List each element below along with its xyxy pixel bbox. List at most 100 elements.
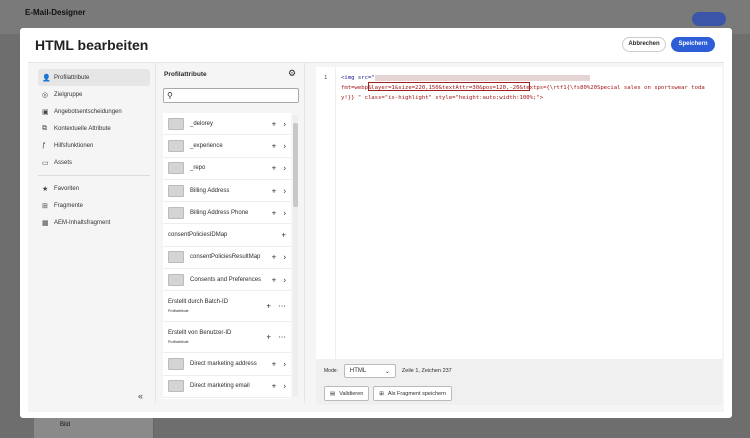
item-label: Erstellt von Benutzer-ID <box>168 330 232 337</box>
nav-item-label: Kontextuelle Attribute <box>54 125 111 132</box>
list-item[interactable]: Billing Address Phone + › <box>163 202 291 225</box>
search-input[interactable]: ⚲ <box>163 88 299 103</box>
item-label: _experience <box>190 142 223 149</box>
item-label: Billing Address Phone <box>190 209 249 216</box>
add-icon[interactable]: + <box>272 360 277 369</box>
list-item[interactable]: _experience + › <box>163 135 291 158</box>
add-icon[interactable]: + <box>272 164 277 173</box>
item-label: _delorey <box>190 120 214 127</box>
more-icon[interactable]: ⋯ <box>278 333 286 342</box>
list-item[interactable]: consentPoliciesResultMap + › <box>163 247 291 270</box>
chevron-right-icon[interactable]: › <box>283 164 286 173</box>
chevron-right-icon[interactable]: › <box>283 208 286 217</box>
context-icon: ⧉ <box>42 124 47 132</box>
cursor-position: Zeile 1, Zeichen 237 <box>401 368 452 374</box>
item-label: consentPoliciesResultMap <box>190 254 261 261</box>
fragment-icon: ⊞ <box>379 390 384 397</box>
add-icon[interactable]: + <box>272 141 277 150</box>
nav-item-label: Zielgruppe <box>54 91 83 98</box>
dialog-title: HTML bearbeiten <box>35 37 149 53</box>
nav-item[interactable]: ▣ Angebotsentscheidungen <box>38 103 150 120</box>
validate-label: Validieren <box>339 390 364 397</box>
chevron-right-icon[interactable]: › <box>283 186 286 195</box>
list-item[interactable]: Direct marketing address + › <box>163 353 291 376</box>
nav-item-label: Angebotsentscheidungen <box>54 108 122 115</box>
mode-value: HTML <box>349 368 367 374</box>
fragment-icon: ⊞ <box>42 202 48 210</box>
folder-icon <box>168 273 184 286</box>
offer-icon: ▣ <box>42 108 49 116</box>
add-icon[interactable]: + <box>272 275 277 284</box>
item-label: Erstellt durch Batch-ID <box>168 299 229 306</box>
scrollbar[interactable] <box>293 115 298 397</box>
add-icon[interactable]: + <box>272 186 277 195</box>
line-number: 1 <box>324 75 328 81</box>
add-icon[interactable]: + <box>272 253 277 262</box>
chevron-right-icon[interactable]: › <box>283 141 286 150</box>
folder-icon <box>168 162 184 175</box>
list-item[interactable]: Consents and Preferences + › <box>163 269 291 292</box>
folder-icon <box>168 251 184 264</box>
function-icon: ƒ <box>42 142 46 149</box>
code-editor-panel: 1 <img src=" fmt=webp&layer=1&size=220,15… <box>316 67 722 405</box>
save-fragment-label: Als Fragment speichern <box>387 390 446 397</box>
list-item[interactable]: _repo + › <box>163 158 291 180</box>
more-icon[interactable]: ⋯ <box>278 302 286 311</box>
nav-item[interactable]: ⧉ Kontextuelle Attribute <box>38 120 150 137</box>
nav-item[interactable]: ★ Favoriten <box>38 180 150 197</box>
nav-item[interactable]: ƒ Hilfsfunktionen <box>38 137 150 154</box>
nav-item[interactable]: ▭ Assets <box>38 154 150 171</box>
list-item[interactable]: Erstellt von Benutzer-ID Profilattribute +… <box>163 322 291 354</box>
list-item[interactable]: _delorey + › <box>163 113 291 136</box>
image-icon: ▭ <box>42 159 49 167</box>
mode-select[interactable]: HTML ⌄ <box>343 364 396 378</box>
add-icon[interactable]: + <box>266 333 271 342</box>
chevron-right-icon[interactable]: › <box>283 275 286 284</box>
chevron-right-icon[interactable]: › <box>283 382 286 391</box>
chevron-right-icon[interactable]: › <box>283 360 286 369</box>
validate-button[interactable]: ▤ Validieren <box>324 386 370 401</box>
gutter <box>335 67 336 359</box>
item-label: _repo <box>190 165 206 172</box>
structure-item[interactable]: Bild <box>34 418 154 438</box>
document-icon: ▤ <box>330 390 336 397</box>
nav-item-label: Fragmente <box>54 202 84 209</box>
chevron-right-icon[interactable]: › <box>283 253 286 262</box>
chevron-right-icon[interactable]: › <box>283 119 286 128</box>
nav-item[interactable]: ▦ AEM-Inhaltsfragment <box>38 214 150 231</box>
nav-item[interactable]: ◎ Zielgruppe <box>38 86 150 103</box>
attribute-panel: Profilattribute ⚙ ⚲ _delorey + › _experienc… <box>155 63 305 403</box>
code-tag: <img src=" <box>341 75 375 81</box>
nav-item-label: Favoriten <box>54 185 80 192</box>
nav-item[interactable]: 👤 Profilattribute <box>38 69 150 86</box>
folder-icon <box>168 358 184 371</box>
aem-icon: ▦ <box>42 219 49 227</box>
add-icon[interactable]: + <box>266 302 271 311</box>
nav-item-label: Assets <box>54 159 73 166</box>
list-item[interactable]: Erstellt durch Batch-ID Profilattribute + ⋯ <box>163 291 291 323</box>
collapse-icon[interactable]: « <box>138 391 143 401</box>
nav-item[interactable]: ⊞ Fragmente <box>38 197 150 214</box>
save-button[interactable]: Speichern <box>671 37 715 52</box>
list-item[interactable]: consentPoliciesIDMap + <box>163 224 291 247</box>
add-icon[interactable]: + <box>272 119 277 128</box>
list-item[interactable]: Billing Address + › <box>163 180 291 203</box>
app-title: E-Mail-Designer <box>25 8 86 17</box>
item-sublabel: Profilattribute <box>168 309 189 314</box>
code-editor[interactable]: 1 <img src=" fmt=webp&layer=1&size=220,15… <box>316 67 722 359</box>
mode-label: Mode: <box>324 368 338 374</box>
save-as-fragment-button[interactable]: ⊞ Als Fragment speichern <box>373 386 452 401</box>
scrollbar-thumb[interactable] <box>293 123 298 207</box>
cancel-button[interactable]: Abbrechen <box>622 37 666 52</box>
add-icon[interactable]: + <box>272 208 277 217</box>
structure-item-label: Bild <box>60 422 71 428</box>
add-icon[interactable]: + <box>281 231 286 240</box>
gear-icon[interactable]: ⚙ <box>288 68 296 79</box>
publish-button[interactable] <box>692 12 726 26</box>
redacted-url <box>374 74 590 81</box>
folder-icon <box>168 117 184 130</box>
add-icon[interactable]: + <box>272 382 277 391</box>
list-item[interactable]: Direct marketing email + › <box>163 376 291 398</box>
nav-item-label: Hilfsfunktionen <box>54 142 94 149</box>
item-label: consentPoliciesIDMap <box>168 232 228 239</box>
